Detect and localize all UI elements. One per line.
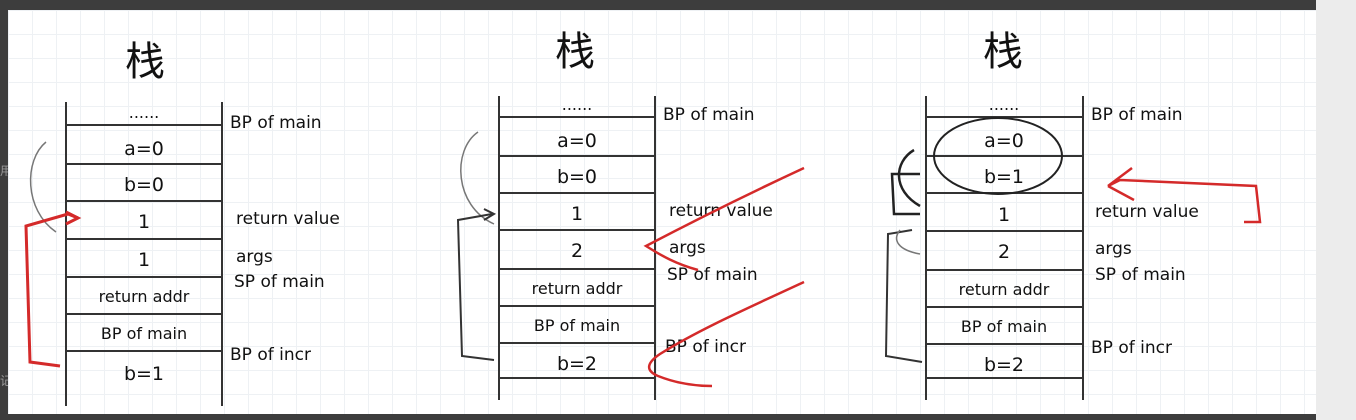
- stack-cell-args: 2: [998, 241, 1010, 263]
- label-return-value: return value: [1095, 202, 1199, 222]
- stack-cell-return-addr: return addr: [532, 279, 623, 298]
- stack-diagram-1: 栈 ...... a=0 b=0 1 1 return addr BP of m…: [24, 39, 340, 406]
- stack-diagrams-drawing: 栈 ...... a=0 b=0 1 1 return addr BP of m…: [24, 29, 1262, 406]
- stack-diagram-2: 栈 ...... a=0 b=0 1 2 return addr BP of m…: [456, 29, 805, 400]
- stack-cell-bp-of-main: BP of main: [961, 317, 1047, 336]
- whiteboard-canvas: 栈 ...... a=0 b=0 1 1 return addr BP of m…: [8, 10, 1316, 414]
- label-sp-of-main: SP of main: [667, 265, 758, 285]
- label-bp-of-incr: BP of incr: [1091, 338, 1172, 358]
- label-bp-of-main: BP of main: [230, 113, 322, 133]
- stack-cell-return-value: 1: [138, 211, 150, 233]
- stack-title: 栈: [125, 39, 165, 85]
- window-top-bar: [0, 0, 1356, 10]
- stack-cell-return-addr: return addr: [99, 287, 190, 306]
- right-side-panel: [1316, 0, 1356, 420]
- label-bp-of-incr: BP of incr: [230, 345, 311, 365]
- stack-cell-a: a=0: [984, 130, 1024, 152]
- label-bp-of-main: BP of main: [663, 105, 755, 125]
- black-bracket-top: [897, 148, 921, 208]
- stack-cell-args: 2: [571, 240, 583, 262]
- label-return-value: return value: [669, 201, 773, 221]
- stack-cell-local-b: b=2: [984, 354, 1024, 376]
- stack-cell-local-b: b=1: [124, 363, 164, 385]
- label-return-value: return value: [236, 209, 340, 229]
- stack-cell-bp-of-main: BP of main: [101, 324, 187, 343]
- stack-cell-return-value: 1: [998, 204, 1010, 226]
- label-args: args: [669, 238, 706, 258]
- label-sp-of-main: SP of main: [234, 272, 325, 292]
- label-sp-of-main: SP of main: [1095, 265, 1186, 285]
- stack-cell-dots: ......: [562, 95, 593, 114]
- red-arrow-head: [65, 210, 82, 226]
- stack-cell-b: b=0: [124, 174, 164, 196]
- stack-cell-args: 1: [138, 249, 150, 271]
- stack-cell-bp-of-main: BP of main: [534, 316, 620, 335]
- stack-cell-b: b=1: [984, 166, 1024, 188]
- label-args: args: [236, 247, 273, 267]
- label-bp-of-incr: BP of incr: [665, 337, 746, 357]
- red-return-arrow: [24, 212, 79, 368]
- gray-curve-arrow: [460, 131, 495, 225]
- black-return-arrow: [456, 213, 495, 361]
- stack-cell-dots: ......: [129, 103, 160, 122]
- gray-curve-arrow: [895, 229, 921, 255]
- black-return-arrow: [884, 229, 923, 363]
- label-args: args: [1095, 239, 1132, 259]
- stack-title: 栈: [983, 29, 1023, 75]
- stack-diagram-3: 栈 ...... a=0 b=1 1 2 return addr BP of m…: [884, 29, 1262, 400]
- stack-cell-return-addr: return addr: [959, 280, 1050, 299]
- stack-cell-return-value: 1: [571, 203, 583, 225]
- stack-cell-b: b=0: [557, 166, 597, 188]
- stack-cell-a: a=0: [124, 138, 164, 160]
- stack-title: 栈: [555, 29, 595, 75]
- stack-cell-dots: ......: [989, 95, 1020, 114]
- stack-cell-a: a=0: [557, 130, 597, 152]
- red-pointer-local-b: [648, 280, 805, 388]
- label-bp-of-main: BP of main: [1091, 105, 1183, 125]
- stack-cell-local-b: b=2: [557, 353, 597, 375]
